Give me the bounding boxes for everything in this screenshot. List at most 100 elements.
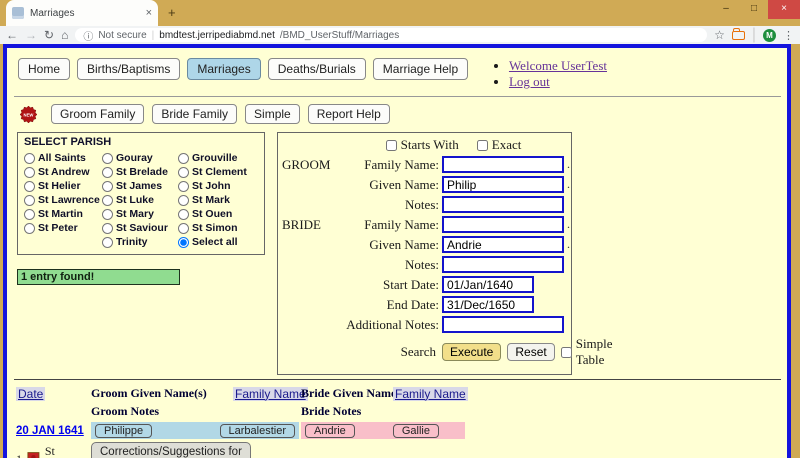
nav-marriage-help-button[interactable]: Marriage Help <box>372 58 469 80</box>
bride-result-strip: Andrie Gallie <box>301 422 465 439</box>
exact-option[interactable]: Exact <box>476 137 521 153</box>
groom-given-name-input[interactable] <box>442 176 564 193</box>
bride-family-name-input[interactable] <box>442 216 564 233</box>
sort-by-date-link[interactable]: Date <box>16 386 46 401</box>
parish-radio[interactable] <box>24 180 35 192</box>
parish-radio[interactable] <box>102 208 113 220</box>
parish-radio[interactable] <box>178 222 189 234</box>
starts-with-checkbox[interactable] <box>385 139 397 151</box>
parish-option-st-helier[interactable]: St Helier <box>24 180 102 192</box>
parish-option-select-all[interactable]: Select all <box>178 236 258 248</box>
info-icon[interactable]: ⓘ <box>83 28 93 43</box>
groom-result-strip: Philippe Larbalestier <box>91 422 299 439</box>
bride-notes-input[interactable] <box>442 256 564 273</box>
nav-home-button[interactable]: Home <box>18 58 71 80</box>
report-help-button[interactable]: Report Help <box>307 104 390 124</box>
parish-option-gouray[interactable]: Gouray <box>102 152 178 164</box>
parish-option-st-clement[interactable]: St Clement <box>178 166 258 178</box>
bride-family-button[interactable]: Bride Family <box>152 104 238 124</box>
new-tab-button[interactable]: + <box>168 5 176 20</box>
parish-radio[interactable] <box>178 208 189 220</box>
parish-option-trinity[interactable]: Trinity <box>102 236 178 248</box>
profile-avatar[interactable]: M <box>763 28 776 42</box>
bride-family-name-button[interactable]: Gallie <box>392 423 439 438</box>
parish-option-st-mary[interactable]: St Mary <box>102 208 178 220</box>
parish-radio[interactable] <box>24 194 35 206</box>
parish-option-st-andrew[interactable]: St Andrew <box>24 166 102 178</box>
back-icon[interactable]: ← <box>6 29 18 41</box>
parish-radio[interactable] <box>102 222 113 234</box>
parish-radio[interactable] <box>24 222 35 234</box>
simple-table-checkbox[interactable] <box>560 346 572 358</box>
simple-button[interactable]: Simple <box>245 104 300 124</box>
parish-option-st-john[interactable]: St John <box>178 180 258 192</box>
groom-given-header: Groom Given Name(s) <box>91 386 207 400</box>
parish-option-st-james[interactable]: St James <box>102 180 178 192</box>
parish-radio[interactable] <box>178 152 189 164</box>
parish-option-st-mark[interactable]: St Mark <box>178 194 258 206</box>
exact-checkbox[interactable] <box>476 139 488 151</box>
simple-table-option[interactable]: Simple Table <box>560 336 613 368</box>
parish-radio[interactable] <box>178 180 189 192</box>
top-nav: Home Births/Baptisms Marriages Deaths/Bu… <box>14 56 781 96</box>
parish-radio[interactable] <box>24 152 35 164</box>
parish-option-st-luke[interactable]: St Luke <box>102 194 178 206</box>
parish-option-st-lawrence[interactable]: St Lawrence <box>24 194 102 206</box>
parish-radio[interactable] <box>178 166 189 178</box>
address-bar[interactable]: ⓘ Not secure | bmdtest.jerripediabmd.net… <box>75 28 708 43</box>
parish-option-st-peter[interactable]: St Peter <box>24 222 102 234</box>
parish-option-st-martin[interactable]: St Martin <box>24 208 102 220</box>
reset-button[interactable]: Reset <box>507 343 555 361</box>
bride-given-name-input[interactable] <box>442 236 564 253</box>
groom-given-button[interactable]: Philippe <box>95 423 153 438</box>
end-date-input[interactable] <box>442 296 534 313</box>
tab-close-icon[interactable]: × <box>146 7 152 19</box>
window-minimize-button[interactable]: – <box>712 0 740 19</box>
corrections-button[interactable]: Corrections/Suggestions for Philippe & A… <box>91 442 251 458</box>
starts-with-option[interactable]: Starts With <box>385 137 459 153</box>
groom-family-name-input[interactable] <box>442 156 564 173</box>
groom-notes-input[interactable] <box>442 196 564 213</box>
parish-radio[interactable] <box>102 194 113 206</box>
groom-family-button[interactable]: Groom Family <box>51 104 145 124</box>
parish-radio[interactable] <box>24 166 35 178</box>
parish-radio[interactable] <box>24 208 35 220</box>
execute-button[interactable]: Execute <box>442 343 502 361</box>
nav-births-button[interactable]: Births/Baptisms <box>77 58 181 80</box>
log-out-link[interactable]: Log out <box>509 74 550 89</box>
search-label: Search <box>400 344 436 359</box>
bookmarks-folder-icon[interactable] <box>731 27 745 40</box>
result-date-link[interactable]: 20 JAN 1641 <box>16 425 91 437</box>
parish-radio[interactable] <box>178 194 189 206</box>
parish-option-st-ouen[interactable]: St Ouen <box>178 208 258 220</box>
parish-option-all-saints[interactable]: All Saints <box>24 152 102 164</box>
bookmark-star-icon[interactable]: ☆ <box>714 29 725 41</box>
welcome-user-link[interactable]: Welcome UserTest <box>509 58 607 73</box>
reload-icon[interactable]: ↻ <box>44 29 54 41</box>
sort-by-groom-family-link[interactable]: Family Name <box>233 386 308 401</box>
start-date-input[interactable] <box>442 276 534 293</box>
home-icon[interactable]: ⌂ <box>61 29 68 41</box>
nav-marriages-button[interactable]: Marriages <box>187 58 261 80</box>
groom-family-name-button[interactable]: Larbalestier <box>219 423 295 438</box>
browser-tabstrip: Marriages × + – □ × <box>0 0 800 26</box>
bride-given-button[interactable]: Andrie <box>305 423 355 438</box>
window-close-button[interactable]: × <box>768 0 800 19</box>
menu-kebab-icon[interactable]: ⋮ <box>783 29 794 42</box>
sort-by-bride-family-link[interactable]: Family Name <box>393 386 468 401</box>
browser-tab[interactable]: Marriages × <box>6 0 158 26</box>
parish-radio[interactable] <box>102 180 113 192</box>
parish-radio[interactable] <box>102 152 113 164</box>
results-table: Date Groom Given Name(s) Family Name Bri… <box>14 380 781 458</box>
parish-radio[interactable] <box>102 236 113 248</box>
parish-option-grouville[interactable]: Grouville <box>178 152 258 164</box>
parish-option-st-brelade[interactable]: St Brelade <box>102 166 178 178</box>
additional-notes-input[interactable] <box>442 316 564 333</box>
window-maximize-button[interactable]: □ <box>740 0 768 19</box>
parish-radio[interactable] <box>102 166 113 178</box>
parish-radio-selected[interactable] <box>178 236 189 248</box>
forward-icon[interactable]: → <box>25 29 37 41</box>
nav-deaths-button[interactable]: Deaths/Burials <box>267 58 366 80</box>
parish-option-st-simon[interactable]: St Simon <box>178 222 258 234</box>
parish-option-st-saviour[interactable]: St Saviour <box>102 222 178 234</box>
